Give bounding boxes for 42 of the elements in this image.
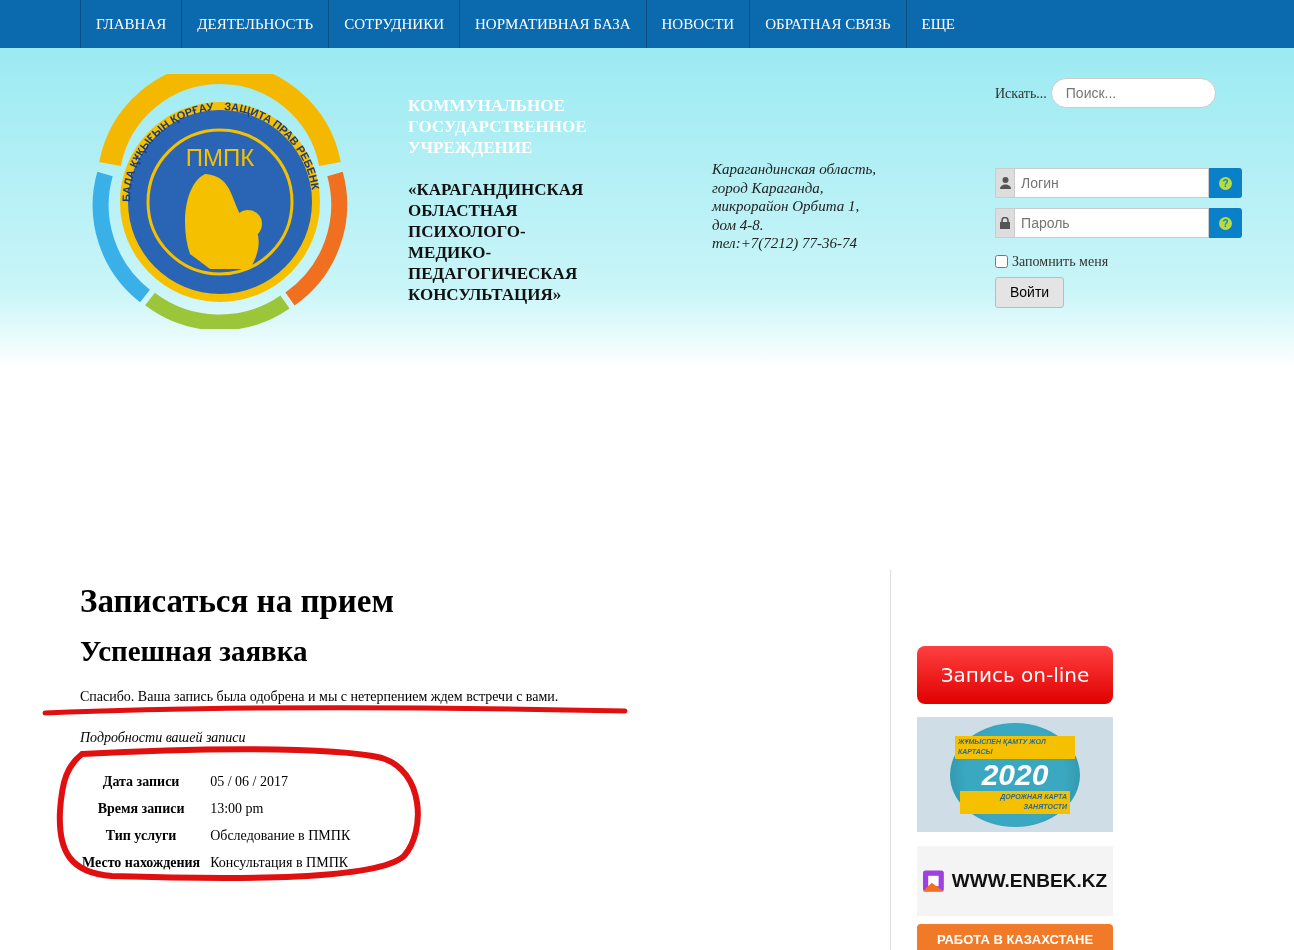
detail-value: 13:00 pm xyxy=(209,800,265,819)
org-name-text: МЕДИКО- xyxy=(408,242,493,263)
address-text: Карагандинская область, xyxy=(712,160,878,179)
search-label: Искать... xyxy=(995,84,1047,103)
details-caption: Подробности вашей записи xyxy=(80,729,246,748)
org-name-text: ПЕДАГОГИЧЕСКАЯ xyxy=(408,263,579,284)
detail-value: Обследование в ПМПК xyxy=(209,827,352,846)
page-subtitle: Успешная заявка xyxy=(80,633,309,669)
square-logo-icon xyxy=(923,869,944,893)
login-button[interactable]: Войти xyxy=(995,277,1065,308)
org-name-text: «КАРАГАНДИНСКАЯ xyxy=(408,179,585,200)
address-text: микрорайон Орбита 1, xyxy=(712,197,861,216)
search-field[interactable]: Поиск... xyxy=(1050,78,1216,108)
address-text: дом 4-8. xyxy=(712,215,765,234)
address-text: тел:+7(7212) 77-36-74 xyxy=(712,234,858,253)
detail-label: Дата записи xyxy=(101,773,181,792)
text-field[interactable]: Логин xyxy=(1015,168,1210,198)
help-icon: ? xyxy=(1219,176,1233,190)
lock-icon xyxy=(1000,217,1011,229)
page-title: Записаться на прием xyxy=(80,582,395,621)
confirmation-text: Спасибо. Ваша запись была одобрена и мы с нетерпением ждем встречи с вами. xyxy=(80,688,559,707)
address-text: город Караганда, xyxy=(712,178,825,197)
user-icon xyxy=(999,177,1011,189)
org-type-text: ГОСУДАРСТВЕННОЕ xyxy=(408,116,588,137)
org-name-text: КОНСУЛЬТАЦИЯ» xyxy=(408,284,563,305)
site-text: WWW.ENBEK.KZ xyxy=(951,868,1107,893)
remember-checkbox[interactable] xyxy=(995,255,1008,268)
detail-value: Консультация в ПМПК xyxy=(209,854,350,873)
detail-value: 05 / 06 / 2017 xyxy=(209,773,289,792)
detail-label: Время записи xyxy=(96,800,186,819)
online-booking-button[interactable]: Запись on-line xyxy=(917,646,1113,704)
site-banner[interactable]: WWW.ENBEK.KZ xyxy=(917,846,1113,916)
banner-year: 2020 xyxy=(981,758,1049,791)
org-name-text: ПСИХОЛОГО- xyxy=(408,221,527,242)
remember-label: Запомнить меня xyxy=(1012,253,1109,271)
detail-label: Место нахождения xyxy=(81,854,202,873)
detail-label: Тип услуги xyxy=(104,827,178,846)
help-icon: ? xyxy=(1219,216,1233,230)
text-field[interactable]: Пароль xyxy=(1015,208,1210,238)
org-name-text: ОБЛАСТНАЯ xyxy=(408,200,519,221)
org-type-text: УЧРЕЖДЕНИЕ xyxy=(408,137,534,158)
org-type-text: КОММУНАЛЬНОЕ xyxy=(408,95,566,116)
